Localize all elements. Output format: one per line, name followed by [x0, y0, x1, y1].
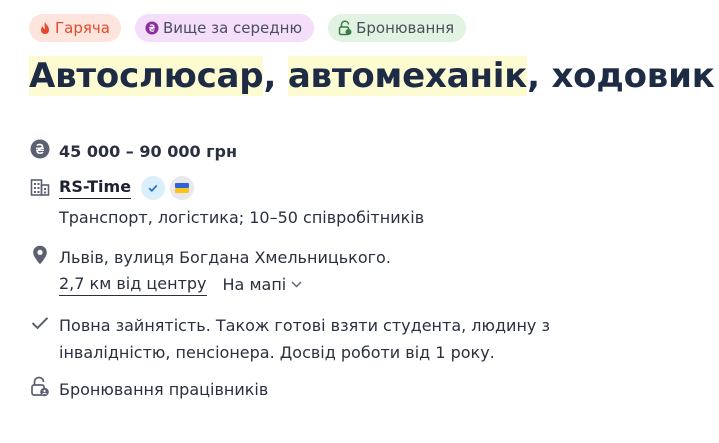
distance-line: 2,7 км від центру На мапі [59, 271, 391, 298]
badge-list: Гаряча Вище за середню Бронювання [29, 14, 467, 42]
map-toggle[interactable]: На мапі [223, 271, 303, 298]
company-line: RS-Time [59, 176, 424, 200]
lock-icon [29, 376, 51, 398]
building-icon [29, 176, 51, 198]
reservation-text: Бронювання працівників [59, 380, 269, 399]
salary-badge: Вище за середню [134, 14, 315, 42]
map-toggle-label: На мапі [222, 275, 287, 294]
conditions-row: Повна зайнятість. Також готові взяти сту… [29, 312, 649, 366]
hot-badge: Гаряча [29, 14, 121, 42]
location-info: Львів, вулиця Богдана Хмельницького. 2,7… [59, 244, 391, 298]
company-details: Транспорт, логістика; 10–50 співробітник… [59, 208, 425, 227]
hot-badge-label: Гаряча [55, 19, 110, 37]
salary-row: 45 000 – 90 000 грн [29, 138, 237, 165]
company-link[interactable]: RS-Time [59, 177, 132, 199]
chevron-down-icon [291, 281, 302, 288]
company-row: RS-Time Транспорт, логістика; 10–50 спів… [29, 176, 424, 231]
reservation-row: Бронювання працівників [29, 376, 268, 403]
hryvnia-coin-icon [145, 21, 159, 35]
title-separator: , [263, 56, 288, 96]
title-rest: , ходовик [527, 56, 715, 96]
location-row: Львів, вулиця Богдана Хмельницького. 2,7… [29, 244, 391, 298]
hryvnia-icon [29, 138, 51, 160]
company-info: RS-Time Транспорт, логістика; 10–50 спів… [59, 176, 424, 231]
page-title: Автослюсар, автомеханік, ходовик [29, 49, 715, 103]
map-pin-icon [29, 244, 51, 266]
lock-icon [338, 20, 352, 36]
title-highlight-1: Автослюсар [29, 56, 264, 96]
address: Львів, вулиця Богдана Хмельницького. [59, 248, 391, 267]
ukraine-flag-icon [170, 176, 195, 200]
reservation-badge: Бронювання [328, 14, 467, 42]
check-icon [29, 312, 51, 334]
salary-range: 45 000 – 90 000 грн [59, 142, 238, 161]
check-icon [148, 184, 158, 193]
salary-badge-label: Вище за середню [162, 19, 303, 37]
title-highlight-2: автомеханік [287, 56, 528, 96]
conditions-text: Повна зайнятість. Також готові взяти сту… [59, 316, 550, 362]
flame-icon [39, 21, 51, 35]
vacancy-card: Гаряча Вище за середню Бронювання Автосл… [0, 0, 719, 443]
distance-link[interactable]: 2,7 км від центру [59, 274, 207, 296]
verified-badge [141, 176, 166, 200]
reservation-badge-label: Бронювання [356, 19, 455, 37]
